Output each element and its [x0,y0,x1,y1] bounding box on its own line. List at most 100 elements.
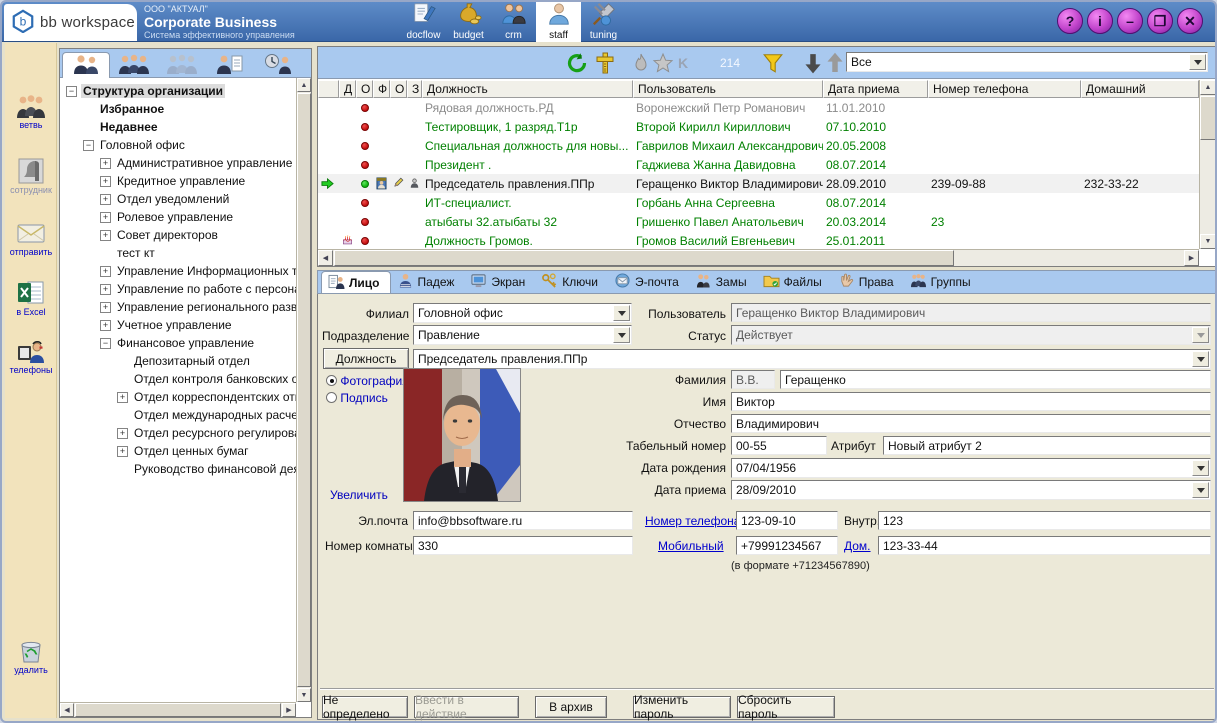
tree-item-label[interactable]: Отдел международных расчетов [132,408,296,422]
surname-field[interactable] [780,370,1211,389]
table-row[interactable]: Рядовая должность.РДВоронежский Петр Ром… [318,98,1199,117]
mobile-link[interactable]: Мобильный [658,539,724,553]
collapse-icon[interactable]: − [100,338,111,349]
module-staff[interactable]: staff [536,2,581,42]
module-docflow[interactable]: docflow [401,2,446,42]
expand-icon[interactable]: + [100,284,111,295]
column-header-Д[interactable]: Д [339,80,356,98]
module-crm[interactable]: crm [491,2,536,42]
tree-item[interactable]: +Учетное управление [60,316,296,334]
footer-button-1[interactable]: Не определено [322,696,408,718]
scroll-up-icon[interactable]: ▲ [297,78,311,92]
filter-funnel-icon[interactable] [762,52,784,74]
tree-item[interactable]: −Головной офис [60,136,296,154]
expand-icon[interactable]: + [100,176,111,187]
tab-Файлы[interactable]: Файлы [757,271,832,293]
sidebar-action-телефоны[interactable]: телефоны [5,337,57,376]
grid-vertical-scrollbar[interactable]: ▲ ▼ [1199,80,1216,249]
info-button[interactable]: i [1087,8,1113,34]
tree-item-label[interactable]: Отдел уведомлений [115,192,231,206]
module-budget[interactable]: budget [446,2,491,42]
signature-radio[interactable]: Подпись [326,391,388,405]
scroll-down-icon[interactable]: ▼ [297,688,311,702]
close-button[interactable]: ✕ [1177,8,1203,34]
tree-item[interactable]: +Отдел уведомлений [60,190,296,208]
dropdown-arrow-icon[interactable] [1192,460,1209,476]
table-row[interactable]: Специальная должность для новы...Гаврило… [318,136,1199,155]
tab-Падеж[interactable]: Падеж [391,271,465,293]
move-up-icon[interactable] [824,52,846,74]
tree-item[interactable]: Отдел международных расчетов [60,406,296,424]
tree-item[interactable]: +Отдел ценных бумаг [60,442,296,460]
tree-item-label[interactable]: Отдел ценных бумаг [132,444,250,458]
tree-tab-5[interactable] [254,52,302,78]
tree-item[interactable]: + Управление регионального развития [60,298,296,316]
tree-item[interactable]: −Структура организации [60,82,296,100]
dropdown-arrow-icon[interactable] [1192,351,1209,367]
position-select[interactable]: Председатель правления.ППр [413,349,1211,369]
tree-horizontal-scrollbar[interactable]: ◀ ▶ [60,702,296,717]
tree-item[interactable]: Руководство финансовой деятель [60,460,296,478]
tree-item[interactable]: Депозитарный отдел [60,352,296,370]
tree-item[interactable]: Избранное [60,100,296,118]
column-header-З[interactable]: З [407,80,422,98]
tree-item[interactable]: + Управление по работе с персоналом [60,280,296,298]
expand-icon[interactable]: + [100,302,111,313]
table-row[interactable]: ИТ-специалист.Горбань Анна Сергеевна08.0… [318,193,1199,212]
k-toggle[interactable]: K [678,55,688,71]
collapse-icon[interactable]: − [83,140,94,151]
email-field[interactable] [413,511,633,530]
expand-icon[interactable]: + [100,266,111,277]
grid-horizontal-scrollbar[interactable]: ◀ ▶ [318,249,1199,266]
table-row[interactable]: Должность Громов.Громов Василий Евгеньев… [318,231,1199,249]
tab-Замы[interactable]: Замы [689,271,757,293]
expand-icon[interactable]: + [100,230,111,241]
tree-item-label[interactable]: Головной офис [98,138,187,152]
tree-item-label[interactable]: Структура организации [81,84,225,98]
tree-item-label[interactable]: Кредитное управление [115,174,247,188]
personnel-number-field[interactable] [731,436,827,455]
tree-item-label[interactable]: Административное управление [115,156,294,170]
tree-item[interactable]: +Совет директоров [60,226,296,244]
tree-item-label[interactable]: Учетное управление [115,318,234,332]
tab-Ключи[interactable]: Ключи [535,271,608,293]
tree-item-label[interactable]: Ролевое управление [115,210,235,224]
tree-item-label[interactable]: Финансовое управление [115,336,256,350]
tree-item-label[interactable]: Избранное [98,102,166,116]
cross-ruler-icon[interactable] [594,52,616,74]
scroll-left-icon[interactable]: ◀ [60,703,74,717]
scroll-down-icon[interactable]: ▼ [1200,234,1216,249]
tab-Лицо[interactable]: Лицо [321,271,391,293]
tree-item-label[interactable]: Управление регионального развития [115,300,296,314]
tree-item[interactable]: Отдел контроля банковских опера [60,370,296,388]
module-tuning[interactable]: tuning [581,2,626,42]
column-header-Пользователь[interactable]: Пользователь [633,80,823,98]
tree-item-label[interactable]: Отдел контроля банковских опера [132,372,296,386]
birthdate-picker[interactable]: 07/04/1956 [731,458,1211,478]
table-row[interactable]: атыбаты 32.атыбаты 32Гришенко Павел Анат… [318,212,1199,231]
phone-link[interactable]: Номер телефона [645,514,740,528]
footer-button-5[interactable]: Сбросить пароль [737,696,835,718]
collapse-icon[interactable]: − [66,86,77,97]
patronymic-field[interactable] [731,414,1211,433]
table-row[interactable]: Председатель правления.ППрГеращенко Викт… [318,174,1199,193]
home-phone-link[interactable]: Дом. [844,539,871,553]
tree-tab-3[interactable] [158,52,206,78]
tree-item[interactable]: +Ролевое управление [60,208,296,226]
phone-field[interactable] [736,511,838,530]
star-icon[interactable] [652,52,674,74]
tree-item-label[interactable]: Управление Информационных технол [115,264,296,278]
attribute-field[interactable] [883,436,1211,455]
tab-Экран[interactable]: Экран [464,271,535,293]
column-header-О[interactable]: О [390,80,407,98]
radio-selected-icon[interactable] [326,375,337,386]
column-header-Ф[interactable]: Ф [373,80,390,98]
tab-Э-почта[interactable]: Э-почта [608,271,689,293]
maximize-button[interactable]: ❒ [1147,8,1173,34]
expand-icon[interactable]: + [100,158,111,169]
sidebar-action-ветвь[interactable]: ветвь [5,92,57,131]
tree-item[interactable]: +Отдел ресурсного регулирования [60,424,296,442]
tree-item[interactable]: + Административное управление [60,154,296,172]
division-select[interactable]: Правление [413,325,632,345]
tree-item-label[interactable]: Управление по работе с персоналом [115,282,296,296]
